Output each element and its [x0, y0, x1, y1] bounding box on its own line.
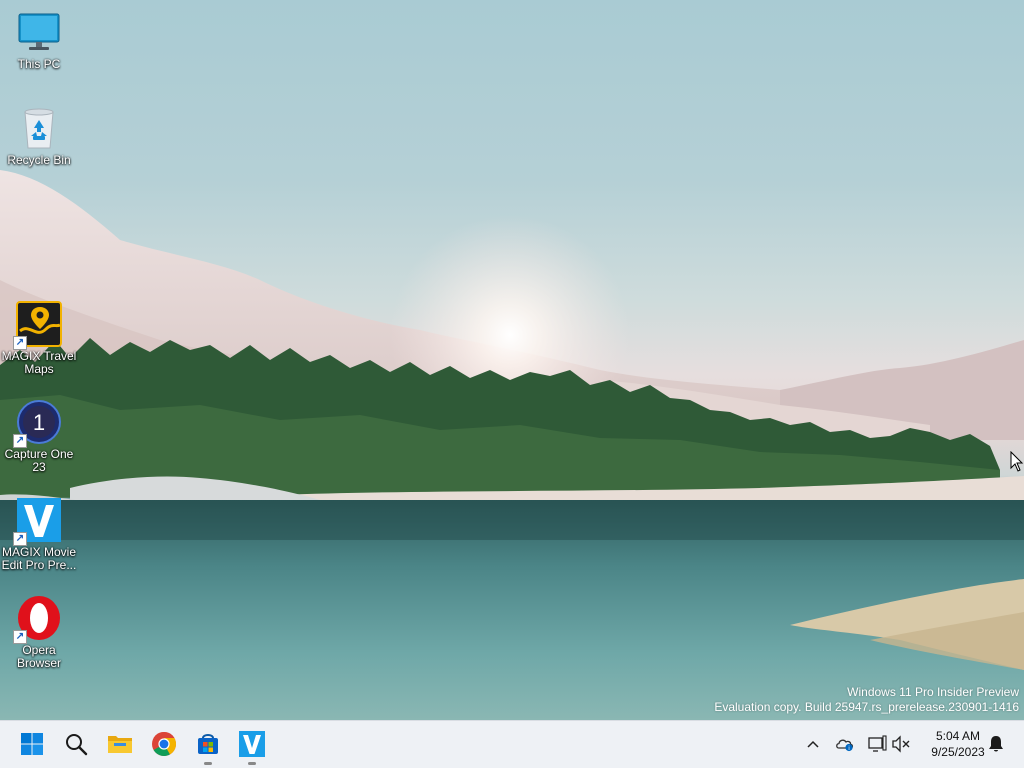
- microsoft-store-button[interactable]: [189, 725, 227, 765]
- shortcut-arrow-icon: ↗: [13, 630, 27, 644]
- magix-movie-edit-taskbar-button[interactable]: [233, 725, 271, 765]
- onedrive-tray-button[interactable]: i: [834, 733, 856, 755]
- desktop-icon-label: This PC: [17, 57, 61, 71]
- volume-muted-icon: [892, 735, 910, 753]
- start-button[interactable]: [13, 725, 51, 763]
- desktop-wallpaper: [0, 0, 1024, 720]
- volume-tray-button[interactable]: [890, 733, 912, 755]
- desktop-icon-label: Opera Browser: [16, 643, 61, 670]
- search-icon: [66, 734, 88, 756]
- file-explorer-button[interactable]: [101, 725, 139, 763]
- notification-bell-icon: [989, 736, 1003, 752]
- show-hidden-icons-button[interactable]: [802, 733, 824, 755]
- desktop-icon-this-pc[interactable]: This PC: [0, 8, 78, 71]
- desktop-icon-label: MAGIX Travel Maps: [1, 349, 77, 376]
- running-indicator: [204, 762, 212, 765]
- opera-icon: ↗: [13, 594, 63, 644]
- desktop-icon-label: Recycle Bin: [7, 153, 71, 167]
- watermark-edition: Windows 11 Pro Insider Preview: [847, 685, 1019, 699]
- chrome-icon: [152, 731, 177, 757]
- mouse-cursor-icon: [1010, 451, 1024, 472]
- windows-start-icon: [21, 733, 43, 755]
- desktop-icon-magix-travel-maps[interactable]: ↗ MAGIX Travel Maps: [0, 300, 78, 376]
- taskbar: i 5:04 AM 9/25/2023: [0, 720, 1024, 768]
- recycle-bin-icon: [15, 104, 63, 152]
- search-button[interactable]: [57, 725, 95, 763]
- desktop-icon-opera[interactable]: ↗ Opera Browser: [0, 594, 78, 670]
- chrome-button[interactable]: [145, 725, 183, 763]
- desktop-icon-magix-movie-edit[interactable]: ↗ MAGIX Movie Edit Pro Pre...: [0, 496, 78, 572]
- folder-icon: [108, 736, 132, 753]
- magix-travel-maps-icon: ↗: [13, 300, 63, 350]
- shortcut-arrow-icon: ↗: [13, 434, 27, 448]
- shortcut-arrow-icon: ↗: [13, 336, 27, 350]
- store-icon: [198, 734, 218, 754]
- monitor-icon: [15, 8, 63, 56]
- svg-text:1: 1: [33, 410, 45, 435]
- capture-one-icon: 1 ↗: [13, 398, 63, 448]
- desktop-icon-label: MAGIX Movie Edit Pro Pre...: [1, 545, 77, 572]
- running-indicator: [248, 762, 256, 765]
- chevron-up-icon: [807, 740, 819, 748]
- shortcut-arrow-icon: ↗: [13, 532, 27, 546]
- windows-watermark: Windows 11 Pro Insider Preview Evaluatio…: [714, 685, 1019, 715]
- desktop-icon-recycle-bin[interactable]: Recycle Bin: [0, 104, 78, 167]
- notifications-button[interactable]: [985, 733, 1007, 755]
- network-icon: [868, 735, 887, 752]
- magix-movie-edit-icon: ↗: [13, 496, 63, 546]
- network-tray-button[interactable]: [866, 733, 888, 755]
- onedrive-icon: i: [836, 739, 854, 752]
- magix-v-icon: [239, 731, 265, 757]
- svg-text:i: i: [848, 746, 849, 752]
- desktop-icon-capture-one[interactable]: 1 ↗ Capture One 23: [0, 398, 78, 474]
- desktop-icon-label: Capture One 23: [4, 447, 74, 474]
- watermark-build: Evaluation copy. Build 25947.rs_prerelea…: [714, 700, 1019, 714]
